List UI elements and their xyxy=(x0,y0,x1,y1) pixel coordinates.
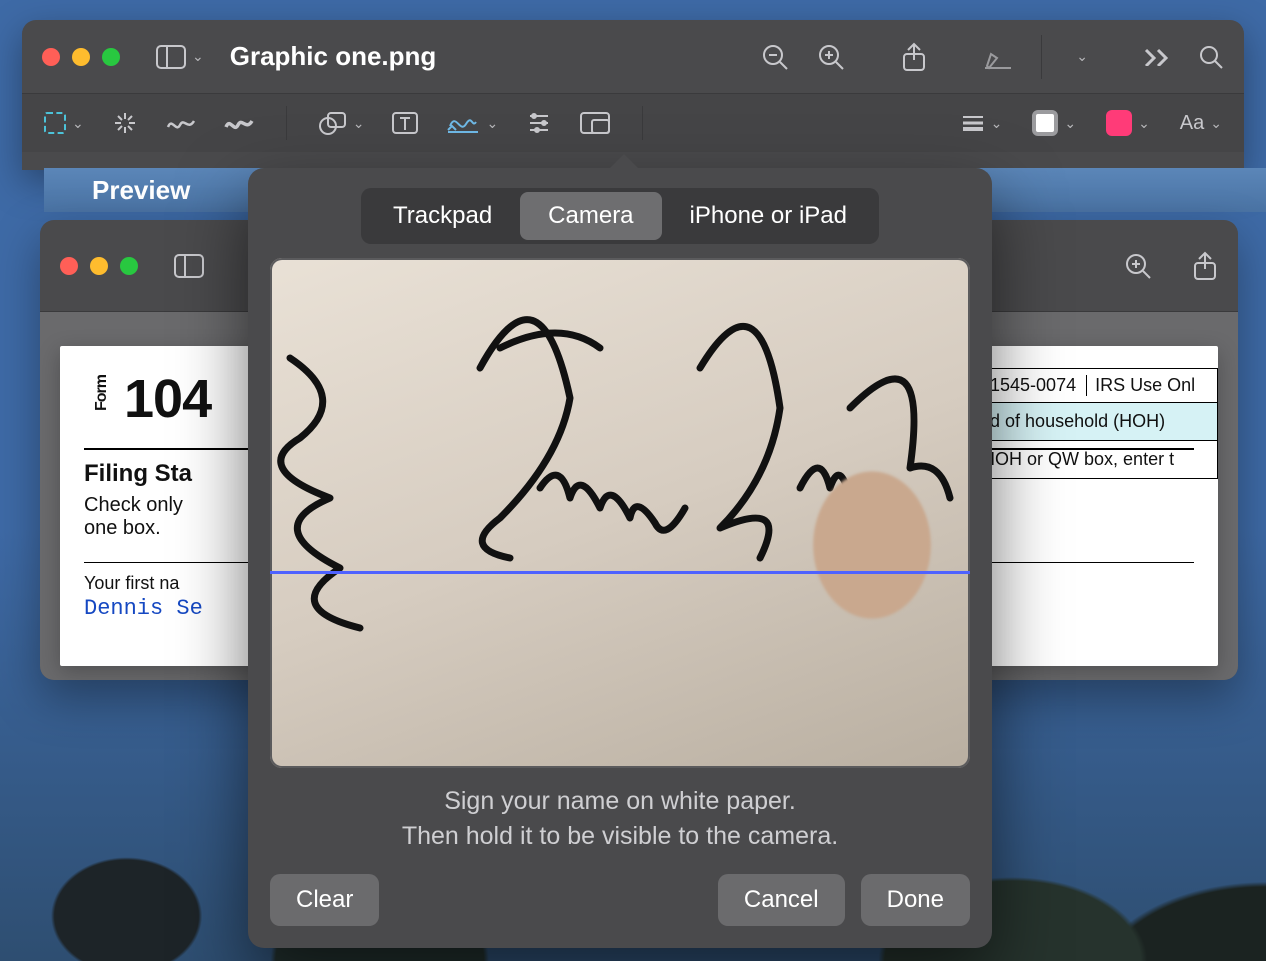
zoom-window-button[interactable] xyxy=(120,257,138,275)
chevron-down-icon: ⌄ xyxy=(1076,48,1088,65)
font-dropdown[interactable]: Aa ⌄ xyxy=(1180,112,1222,135)
adjust-color-tool[interactable] xyxy=(526,112,552,134)
signature-popover: Trackpad Camera iPhone or iPad Sign your… xyxy=(248,168,992,948)
share-button[interactable] xyxy=(1192,251,1218,281)
border-color-dropdown[interactable]: ⌄ xyxy=(1032,110,1076,136)
adjust-size-tool[interactable] xyxy=(580,112,610,134)
pink-swatch-icon xyxy=(1106,110,1132,136)
toolbar-divider xyxy=(642,106,643,140)
minimize-window-button[interactable] xyxy=(90,257,108,275)
signature-baseline xyxy=(270,571,970,574)
markup-toggle-button[interactable] xyxy=(983,44,1013,70)
close-window-button[interactable] xyxy=(60,257,78,275)
font-label: Aa xyxy=(1180,112,1204,135)
chevron-down-icon: ⌄ xyxy=(353,115,365,132)
white-swatch-icon xyxy=(1032,110,1058,136)
window-title: Graphic one.png xyxy=(230,41,437,72)
window-controls xyxy=(60,257,138,275)
window-controls xyxy=(42,48,120,66)
fill-color-dropdown[interactable]: ⌄ xyxy=(1106,110,1150,136)
selection-tool[interactable]: ⌄ xyxy=(44,112,84,134)
form-number-value: 104 xyxy=(124,369,211,429)
line-style-dropdown[interactable]: ⌄ xyxy=(961,114,1003,132)
toolbar-divider xyxy=(1041,35,1042,79)
chevron-down-icon: ⌄ xyxy=(991,115,1003,132)
hand-in-frame xyxy=(800,425,970,625)
text-tool[interactable] xyxy=(392,112,418,134)
chevron-down-icon: ⌄ xyxy=(486,115,498,132)
zoom-in-button[interactable] xyxy=(817,43,845,71)
sidebar-toggle-button[interactable] xyxy=(174,254,204,278)
selection-icon xyxy=(44,112,66,134)
tab-iphone[interactable]: iPhone or iPad xyxy=(662,192,875,240)
camera-preview xyxy=(270,258,970,768)
tab-camera[interactable]: Camera xyxy=(520,192,661,240)
modal-button-row: Clear Cancel Done xyxy=(270,874,970,926)
preview-window-graphic: ⌄ Graphic one.png ⌄ xyxy=(22,20,1244,170)
share-button[interactable] xyxy=(901,42,927,72)
close-window-button[interactable] xyxy=(42,48,60,66)
chevron-down-icon: ⌄ xyxy=(1210,115,1222,132)
sidebar-toggle-button[interactable]: ⌄ xyxy=(156,45,204,69)
sign-tool[interactable]: ⌄ xyxy=(446,112,498,134)
irs-use-label: IRS Use Onl xyxy=(1086,375,1195,396)
clear-button[interactable]: Clear xyxy=(270,874,379,926)
titlebar: ⌄ Graphic one.png ⌄ xyxy=(22,20,1244,94)
chevron-down-icon: ⌄ xyxy=(1064,115,1076,132)
signature-source-tabs: Trackpad Camera iPhone or iPad xyxy=(361,188,879,244)
toolbar-divider xyxy=(286,106,287,140)
rotate-dropdown[interactable]: ⌄ xyxy=(1070,48,1088,65)
search-button[interactable] xyxy=(1198,44,1224,70)
tab-trackpad[interactable]: Trackpad xyxy=(365,192,520,240)
chevron-down-icon: ⌄ xyxy=(72,115,84,132)
zoom-in-button[interactable] xyxy=(1124,252,1152,280)
shapes-tool[interactable]: ⌄ xyxy=(319,111,365,135)
chevron-down-icon: ⌄ xyxy=(192,48,204,65)
draw-tool[interactable] xyxy=(224,113,254,133)
chevron-down-icon: ⌄ xyxy=(1138,115,1150,132)
app-menu-preview[interactable]: Preview xyxy=(92,175,190,206)
popover-arrow xyxy=(610,154,638,168)
done-button[interactable]: Done xyxy=(861,874,970,926)
form-prefix: Form xyxy=(93,375,111,411)
sketch-tool[interactable] xyxy=(166,113,196,133)
minimize-window-button[interactable] xyxy=(72,48,90,66)
instant-alpha-tool[interactable] xyxy=(112,110,138,136)
markup-toolbar: ⌄ ⌄ ⌄ ⌄ ⌄ ⌄ xyxy=(22,94,1244,152)
zoom-out-button[interactable] xyxy=(761,43,789,71)
cancel-button[interactable]: Cancel xyxy=(718,874,845,926)
overflow-button[interactable] xyxy=(1144,48,1170,66)
zoom-window-button[interactable] xyxy=(102,48,120,66)
instructions-text: Sign your name on white paper. Then hold… xyxy=(270,784,970,854)
